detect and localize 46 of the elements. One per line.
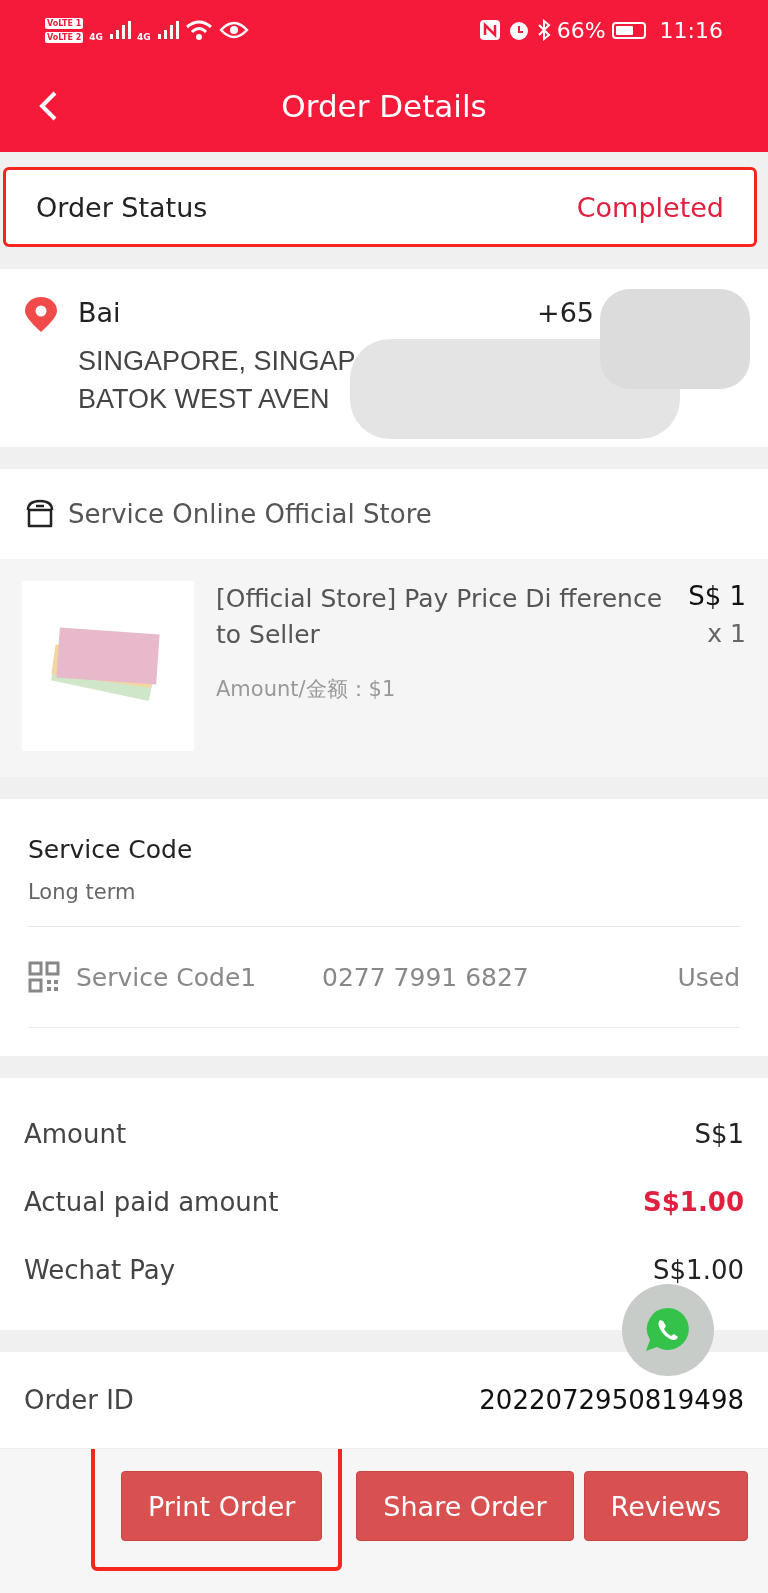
phone-number: +65 <box>537 297 594 328</box>
amount-label: Actual paid amount <box>24 1187 279 1217</box>
product-price: S$ 1 <box>688 581 746 611</box>
product-quantity: x 1 <box>707 619 746 648</box>
amount-label: Wechat Pay <box>24 1255 176 1285</box>
address-line: BATOK WEST AVEN <box>78 383 331 416</box>
action-button[interactable]: Print Order <box>120 1471 323 1541</box>
order-id-label: Order ID <box>24 1385 134 1415</box>
signal-icon <box>156 20 179 40</box>
product-row[interactable]: [Official Store] Pay Price Di fference to Seller Amount/金额：$1 S$ 1 x 1 <box>0 559 768 777</box>
back-icon[interactable] <box>38 90 58 122</box>
eye-icon <box>218 20 249 40</box>
network-label: 4G <box>89 31 103 42</box>
bluetooth-icon <box>536 19 551 41</box>
amount-value: S$1 <box>694 1119 744 1149</box>
shop-icon <box>24 498 56 530</box>
amount-value: S$1.00 <box>643 1187 744 1217</box>
clock-time: 11:16 <box>659 17 723 43</box>
volte-badge: VoLTE 1 <box>45 17 84 29</box>
recipient-name: Bai <box>78 297 121 328</box>
amount-label: Amount <box>24 1119 127 1149</box>
action-button[interactable]: Share Order <box>356 1471 574 1541</box>
nfc-icon <box>478 19 501 41</box>
order-id-value: 2022072950819498 <box>479 1385 744 1415</box>
product-title: [Official Store] Pay Price Di fference to Seller <box>216 583 664 651</box>
section-title: Service Code <box>28 835 194 864</box>
volte-badge: VoLTE 2 <box>45 31 84 43</box>
battery-icon <box>611 21 646 39</box>
battery-percentage: 66% <box>556 17 606 43</box>
product-spec: Amount/金额：$1 <box>216 676 397 703</box>
store-name: Service Online Official Store <box>68 499 432 529</box>
address-line: SINGAPORE, SINGAP <box>78 345 357 378</box>
action-button[interactable]: Reviews <box>583 1471 748 1541</box>
amount-value: S$1.00 <box>653 1255 744 1285</box>
section-subtitle: Long term <box>28 880 740 927</box>
location-pin-icon <box>24 297 58 333</box>
service-code-label: Service Code1 <box>76 962 258 992</box>
wifi-icon <box>184 19 213 41</box>
service-code-status: Used <box>677 962 740 992</box>
signal-icon <box>108 20 131 40</box>
order-status-label: Order Status <box>36 191 208 223</box>
qr-code-icon <box>28 961 60 993</box>
network-label: 4G <box>136 31 151 42</box>
service-code-number: 0277 7991 6827 <box>322 962 530 992</box>
page-title: Order Details <box>281 88 487 124</box>
order-status-value: Completed <box>576 191 724 223</box>
